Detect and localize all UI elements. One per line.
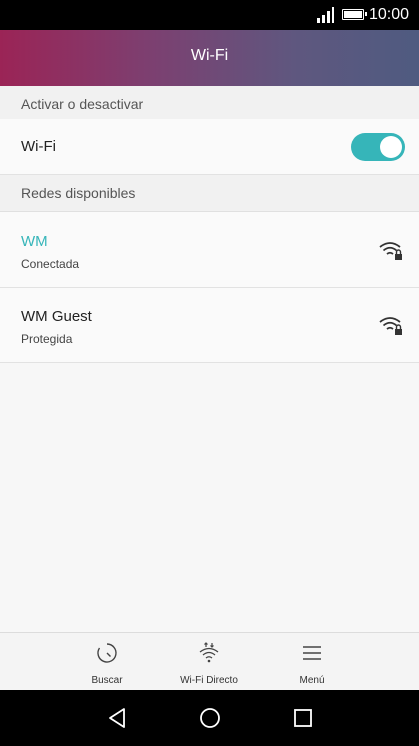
battery-icon bbox=[342, 9, 367, 20]
network-name: WM bbox=[21, 233, 48, 250]
signal-icon bbox=[317, 7, 334, 23]
network-item-wm[interactable]: WM Conectada bbox=[0, 212, 419, 288]
menu-button[interactable]: Menú bbox=[267, 633, 357, 691]
system-nav-bar bbox=[0, 690, 419, 746]
home-icon[interactable] bbox=[198, 706, 222, 730]
wifi-direct-button[interactable]: Wi-Fi Directo bbox=[164, 633, 254, 691]
network-status: Protegida bbox=[21, 332, 73, 346]
network-status: Conectada bbox=[21, 257, 80, 271]
section-header-label: Redes disponibles bbox=[21, 185, 136, 201]
wifi-toggle-row[interactable]: Wi-Fi bbox=[0, 119, 419, 175]
back-icon[interactable] bbox=[106, 706, 128, 730]
app-bar: Wi-Fi bbox=[0, 30, 419, 86]
wifi-direct-icon bbox=[199, 642, 219, 663]
wifi-toggle-switch[interactable] bbox=[351, 133, 405, 161]
search-button-label: Buscar bbox=[91, 675, 123, 686]
status-time: 10:00 bbox=[369, 6, 410, 23]
refresh-icon bbox=[97, 643, 117, 663]
network-item-wm-guest[interactable]: WM Guest Protegida bbox=[0, 288, 419, 363]
section-header-label: Activar o desactivar bbox=[21, 96, 144, 112]
section-header-networks: Redes disponibles bbox=[0, 175, 419, 212]
bottom-action-bar: Buscar Wi-Fi Directo Menú bbox=[0, 632, 419, 691]
wifi-lock-icon bbox=[379, 317, 402, 335]
menu-button-label: Menú bbox=[299, 675, 325, 686]
menu-icon bbox=[303, 646, 321, 660]
network-name: WM Guest bbox=[21, 308, 92, 325]
search-button[interactable]: Buscar bbox=[62, 633, 152, 691]
wifi-lock-icon bbox=[379, 242, 402, 260]
status-bar: 10:00 bbox=[0, 0, 419, 30]
toggle-knob bbox=[380, 136, 402, 158]
page-title: Wi-Fi bbox=[190, 47, 229, 64]
wifi-toggle-label: Wi-Fi bbox=[21, 138, 56, 155]
wifi-direct-button-label: Wi-Fi Directo bbox=[180, 675, 238, 686]
section-header-toggle: Activar o desactivar bbox=[0, 86, 419, 123]
recents-icon[interactable] bbox=[292, 706, 314, 730]
